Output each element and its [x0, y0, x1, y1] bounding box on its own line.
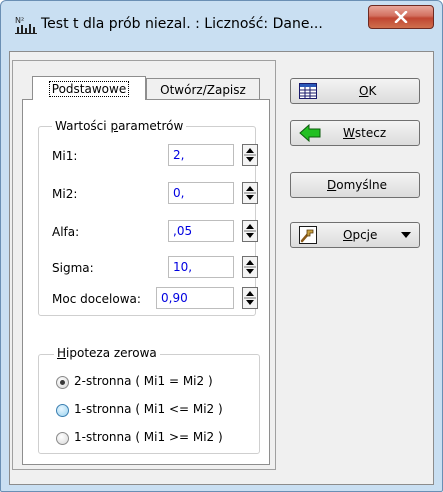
params-group-legend: Wartości parametrów — [52, 119, 187, 133]
ok-button-label: OK — [359, 84, 377, 98]
tab-basic[interactable]: Podstawowe — [32, 76, 146, 100]
mi1-spinner[interactable] — [242, 144, 258, 166]
hypothesis-two-sided-radio[interactable] — [56, 376, 69, 389]
hypothesis-less-equal-label: 1-stronna ( Mi1 <= Mi2 ) — [74, 402, 223, 416]
options-button-label: Opcje — [343, 228, 378, 242]
hypothesis-two-sided-label: 2-stronna ( Mi1 = Mi2 ) — [74, 374, 213, 388]
tab-open-save-label: Otwórz/Zapisz — [160, 82, 246, 97]
hypothesis-group-legend: Hipoteza zerowa — [54, 346, 160, 360]
sigma-label: Sigma: — [52, 261, 94, 275]
window-title: Test t dla prób niezal. : Liczność: Dane… — [41, 16, 323, 32]
tab-open-save[interactable]: Otwórz/Zapisz — [146, 78, 260, 100]
alfa-spinner[interactable] — [242, 220, 258, 242]
mi2-label: Mi2: — [52, 187, 78, 201]
close-x-icon — [394, 11, 408, 23]
alfa-label: Alfa: — [52, 225, 80, 239]
tab-basic-label: Podstawowe — [48, 80, 130, 97]
defaults-button-label: Domyślne — [327, 178, 387, 192]
mi1-input[interactable]: 2, — [168, 144, 234, 166]
back-arrow-icon — [299, 124, 321, 142]
defaults-button[interactable]: Domyślne — [290, 172, 420, 198]
back-button-label: Wstecz — [343, 126, 387, 140]
close-button[interactable] — [368, 5, 434, 29]
sigma-input[interactable]: 10, — [168, 256, 234, 278]
back-button[interactable]: Wstecz — [290, 120, 420, 146]
options-button[interactable]: Opcje — [290, 222, 420, 248]
target-power-spinner[interactable] — [242, 287, 258, 309]
tools-icon — [299, 226, 317, 244]
sigma-spinner[interactable] — [242, 256, 258, 278]
mi1-label: Mi1: — [52, 149, 78, 163]
dropdown-arrow-icon — [401, 232, 411, 238]
target-power-input[interactable]: 0,90 — [156, 287, 234, 309]
chart-app-icon: N² — [15, 16, 37, 34]
mi2-input[interactable]: 0, — [168, 182, 234, 204]
svg-text:N²: N² — [15, 16, 24, 25]
target-power-label: Moc docelowa: — [52, 292, 141, 306]
hypothesis-greater-equal-label: 1-stronna ( Mi1 >= Mi2 ) — [74, 430, 223, 444]
mi2-spinner[interactable] — [242, 182, 258, 204]
alfa-input[interactable]: ,05 — [168, 220, 234, 242]
summary-table-icon — [299, 83, 317, 99]
ok-button[interactable]: OK — [290, 78, 420, 104]
hypothesis-greater-equal-radio[interactable] — [56, 432, 69, 445]
title-bar[interactable]: N² Test t dla prób niezal. : Liczność: D… — [1, 1, 442, 45]
hypothesis-less-equal-radio[interactable] — [56, 404, 69, 417]
